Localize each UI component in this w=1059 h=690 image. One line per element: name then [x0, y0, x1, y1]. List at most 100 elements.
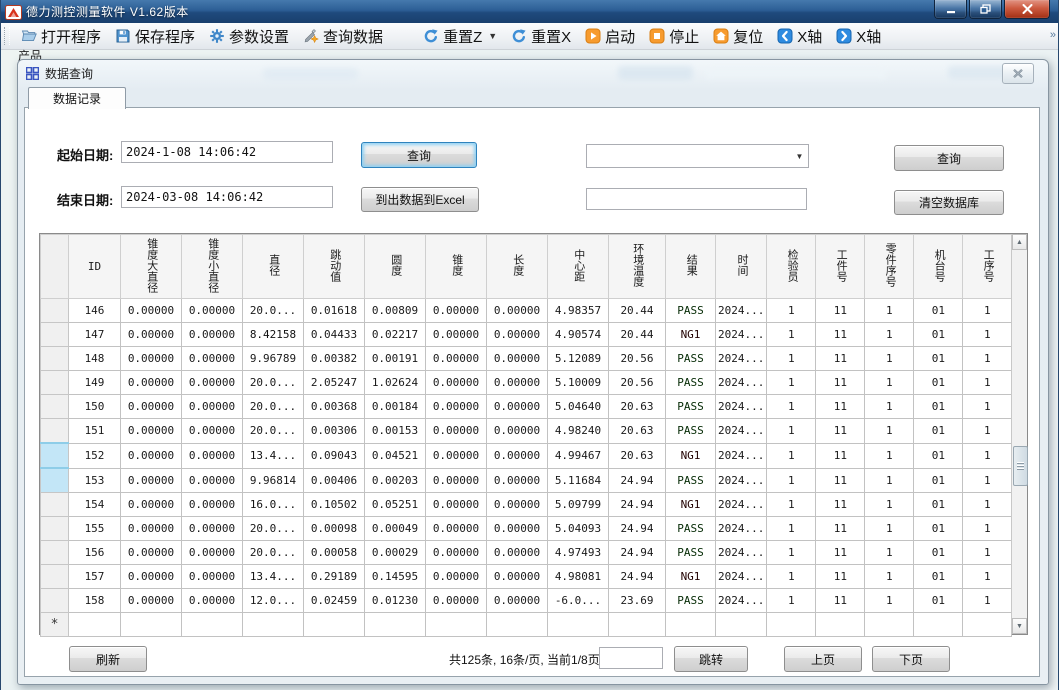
cell-直径[interactable]: 13.4...: [243, 443, 304, 468]
column-header-3[interactable]: 直径: [243, 235, 304, 299]
cell-id[interactable]: 153: [69, 468, 121, 493]
cell-结果[interactable]: PASS: [666, 419, 716, 444]
cell-锥度小直径[interactable]: 0.00000: [182, 443, 243, 468]
cell-锥度[interactable]: 0.00000: [426, 493, 487, 517]
cell-工件号[interactable]: 11: [816, 323, 865, 347]
cell-锥度[interactable]: 0.00000: [426, 299, 487, 323]
cell-锥度小直径[interactable]: 0.00000: [182, 589, 243, 613]
cell-环境温度[interactable]: 20.44: [609, 299, 666, 323]
column-header-1[interactable]: 锥度大直径: [121, 235, 182, 299]
cell-环境温度[interactable]: 24.94: [609, 468, 666, 493]
cell-锥度小直径[interactable]: 0.00000: [182, 565, 243, 589]
cell-检验员[interactable]: 1: [767, 589, 816, 613]
cell-零件序号[interactable]: 1: [865, 299, 914, 323]
cell-工序号[interactable]: 1: [963, 395, 1012, 419]
empty-cell[interactable]: [865, 613, 914, 637]
cell-检验员[interactable]: 1: [767, 517, 816, 541]
cell-直径[interactable]: 20.0...: [243, 517, 304, 541]
row-selector[interactable]: [41, 323, 69, 347]
cell-检验员[interactable]: 1: [767, 395, 816, 419]
cell-机台号[interactable]: 01: [914, 395, 963, 419]
cell-机台号[interactable]: 01: [914, 468, 963, 493]
cell-结果[interactable]: PASS: [666, 468, 716, 493]
column-header-10[interactable]: 结果: [666, 235, 716, 299]
cell-锥度大直径[interactable]: 0.00000: [121, 347, 182, 371]
cell-锥度小直径[interactable]: 0.00000: [182, 299, 243, 323]
cell-跳动值[interactable]: 0.00382: [304, 347, 365, 371]
cell-时间[interactable]: 2024...: [716, 468, 767, 493]
cell-锥度[interactable]: 0.00000: [426, 468, 487, 493]
cell-结果[interactable]: NG1: [666, 493, 716, 517]
cell-长度[interactable]: 0.00000: [487, 589, 548, 613]
cell-锥度小直径[interactable]: 0.00000: [182, 517, 243, 541]
empty-cell[interactable]: [716, 613, 767, 637]
cell-零件序号[interactable]: 1: [865, 347, 914, 371]
empty-cell[interactable]: [767, 613, 816, 637]
cell-零件序号[interactable]: 1: [865, 419, 914, 444]
cell-工序号[interactable]: 1: [963, 493, 1012, 517]
cell-直径[interactable]: 13.4...: [243, 565, 304, 589]
cell-工序号[interactable]: 1: [963, 347, 1012, 371]
cell-机台号[interactable]: 01: [914, 589, 963, 613]
toolbar-button-save-1[interactable]: 保存程序: [108, 24, 202, 49]
scroll-up-icon[interactable]: ▲: [1012, 234, 1027, 250]
cell-零件序号[interactable]: 1: [865, 443, 914, 468]
prev-page-button[interactable]: 上页: [784, 646, 862, 672]
row-selector[interactable]: [41, 371, 69, 395]
cell-检验员[interactable]: 1: [767, 419, 816, 444]
cell-中心距[interactable]: 4.98240: [548, 419, 609, 444]
empty-cell[interactable]: [666, 613, 716, 637]
cell-锥度[interactable]: 0.00000: [426, 565, 487, 589]
cell-检验员[interactable]: 1: [767, 371, 816, 395]
empty-cell[interactable]: [816, 613, 865, 637]
empty-cell[interactable]: [487, 613, 548, 637]
dialog-title-bar[interactable]: 数据查询: [18, 60, 1048, 86]
filter-input[interactable]: [586, 188, 807, 210]
restore-button[interactable]: [969, 0, 1002, 19]
cell-长度[interactable]: 0.00000: [487, 371, 548, 395]
jump-page-input[interactable]: [599, 647, 663, 669]
toolbar-button-stop-7[interactable]: 停止: [642, 24, 706, 49]
cell-锥度大直径[interactable]: 0.00000: [121, 468, 182, 493]
clear-database-button[interactable]: 清空数据库: [894, 190, 1004, 215]
row-selector[interactable]: [41, 541, 69, 565]
cell-结果[interactable]: NG1: [666, 323, 716, 347]
cell-环境温度[interactable]: 23.69: [609, 589, 666, 613]
empty-cell[interactable]: [609, 613, 666, 637]
cell-圆度[interactable]: 0.00184: [365, 395, 426, 419]
cell-直径[interactable]: 9.96789: [243, 347, 304, 371]
cell-直径[interactable]: 9.96814: [243, 468, 304, 493]
minimize-button[interactable]: [934, 0, 967, 19]
empty-cell[interactable]: [914, 613, 963, 637]
cell-锥度[interactable]: 0.00000: [426, 517, 487, 541]
cell-工件号[interactable]: 11: [816, 541, 865, 565]
cell-工序号[interactable]: 1: [963, 468, 1012, 493]
chevron-down-icon[interactable]: ▼: [791, 145, 808, 167]
cell-机台号[interactable]: 01: [914, 299, 963, 323]
empty-cell[interactable]: [243, 613, 304, 637]
cell-环境温度[interactable]: 24.94: [609, 541, 666, 565]
cell-机台号[interactable]: 01: [914, 541, 963, 565]
cell-环境温度[interactable]: 24.94: [609, 493, 666, 517]
cell-环境温度[interactable]: 20.63: [609, 419, 666, 444]
cell-锥度小直径[interactable]: 0.00000: [182, 347, 243, 371]
cell-圆度[interactable]: 1.02624: [365, 371, 426, 395]
cell-锥度大直径[interactable]: 0.00000: [121, 493, 182, 517]
cell-长度[interactable]: 0.00000: [487, 517, 548, 541]
cell-跳动值[interactable]: 0.02459: [304, 589, 365, 613]
new-row-marker[interactable]: *: [41, 613, 69, 637]
cell-id[interactable]: 152: [69, 443, 121, 468]
cell-跳动值[interactable]: 0.00098: [304, 517, 365, 541]
cell-中心距[interactable]: 4.99467: [548, 443, 609, 468]
cell-id[interactable]: 156: [69, 541, 121, 565]
cell-id[interactable]: 158: [69, 589, 121, 613]
cell-圆度[interactable]: 0.01230: [365, 589, 426, 613]
cell-结果[interactable]: PASS: [666, 299, 716, 323]
cell-id[interactable]: 146: [69, 299, 121, 323]
cell-锥度[interactable]: 0.00000: [426, 347, 487, 371]
cell-跳动值[interactable]: 2.05247: [304, 371, 365, 395]
empty-cell[interactable]: [426, 613, 487, 637]
cell-时间[interactable]: 2024...: [716, 589, 767, 613]
cell-环境温度[interactable]: 20.63: [609, 395, 666, 419]
column-header-6[interactable]: 锥度: [426, 235, 487, 299]
